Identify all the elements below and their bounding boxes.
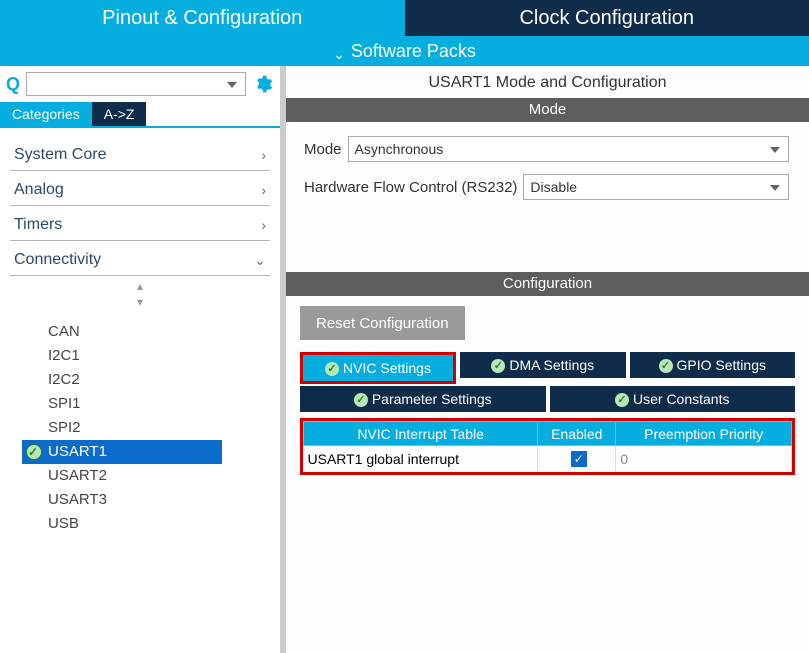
check-icon: ✓ xyxy=(325,362,339,376)
config-tab-gpio[interactable]: ✓ GPIO Settings xyxy=(630,352,796,378)
config-tab-label: User Constants xyxy=(633,391,729,407)
tree-group-analog[interactable]: Analog › xyxy=(10,171,270,206)
config-tab-user-constants[interactable]: ✓ User Constants xyxy=(550,386,796,412)
highlight-box: ✓ NVIC Settings xyxy=(300,352,456,384)
check-icon: ✓ xyxy=(659,359,673,373)
tree-group-label: Connectivity xyxy=(14,251,101,269)
sort-hint-icon[interactable]: ▴▾ xyxy=(10,276,270,310)
config-tab-label: NVIC Settings xyxy=(343,360,431,376)
tree-group-label: System Core xyxy=(14,146,106,164)
table-row[interactable]: USART1 global interrupt ✓ 0 xyxy=(304,446,792,472)
tree-group-connectivity[interactable]: Connectivity ⌄ xyxy=(10,241,270,276)
check-icon: ✓ xyxy=(491,359,505,373)
right-panel: USART1 Mode and Configuration Mode Mode … xyxy=(286,66,809,653)
chevron-right-icon: › xyxy=(261,182,266,198)
col-header-interrupt[interactable]: NVIC Interrupt Table xyxy=(304,422,538,446)
chevron-down-icon: ⌄ xyxy=(254,252,266,269)
chevron-right-icon: › xyxy=(261,217,266,233)
interrupt-enabled-cell[interactable]: ✓ xyxy=(538,446,616,472)
mode-select[interactable]: Asynchronous xyxy=(348,136,789,162)
hwfc-select[interactable]: Disable xyxy=(523,174,789,200)
sort-tab-az[interactable]: A->Z xyxy=(92,102,147,126)
tab-pinout-configuration[interactable]: Pinout & Configuration xyxy=(0,0,405,36)
software-packs-bar[interactable]: ⌄ Software Packs xyxy=(0,36,809,66)
tree-item-usart3[interactable]: USART3 xyxy=(44,488,270,512)
configuration-section-header: Configuration xyxy=(286,272,809,296)
tree-item-i2c1[interactable]: I2C1 xyxy=(44,344,270,368)
config-tab-nvic[interactable]: ✓ NVIC Settings xyxy=(303,355,453,381)
mode-section-header: Mode xyxy=(286,98,809,122)
software-packs-label: Software Packs xyxy=(351,41,476,61)
peripheral-title: USART1 Mode and Configuration xyxy=(286,66,809,98)
tree-item-i2c2[interactable]: I2C2 xyxy=(44,368,270,392)
tree-item-usart1[interactable]: USART1 xyxy=(22,440,222,464)
highlight-box: NVIC Interrupt Table Enabled Preemption … xyxy=(300,418,795,475)
reset-configuration-button[interactable]: Reset Configuration xyxy=(300,306,465,340)
config-tab-dma[interactable]: ✓ DMA Settings xyxy=(460,352,626,378)
config-tab-label: DMA Settings xyxy=(509,357,594,373)
tab-clock-configuration[interactable]: Clock Configuration xyxy=(405,0,809,36)
chevron-right-icon: › xyxy=(261,147,266,163)
checkbox-checked-icon[interactable]: ✓ xyxy=(571,451,587,467)
tree-item-spi1[interactable]: SPI1 xyxy=(44,392,270,416)
tree-item-usb[interactable]: USB xyxy=(44,512,270,536)
interrupt-priority-cell[interactable]: 0 xyxy=(616,446,792,472)
col-header-priority[interactable]: Preemption Priority xyxy=(616,422,792,446)
hwfc-label: Hardware Flow Control (RS232) xyxy=(304,179,517,196)
config-tab-label: Parameter Settings xyxy=(372,391,492,407)
tree-group-system-core[interactable]: System Core › xyxy=(10,136,270,171)
tree-item-usart2[interactable]: USART2 xyxy=(44,464,270,488)
tree-group-timers[interactable]: Timers › xyxy=(10,206,270,241)
search-select[interactable] xyxy=(26,72,246,96)
gear-icon[interactable] xyxy=(252,73,274,95)
col-header-enabled[interactable]: Enabled xyxy=(538,422,616,446)
tree-group-label: Timers xyxy=(14,216,62,234)
interrupt-name-cell: USART1 global interrupt xyxy=(304,446,538,472)
config-tab-label: GPIO Settings xyxy=(677,357,766,373)
mode-label: Mode xyxy=(304,141,342,158)
tree-item-spi2[interactable]: SPI2 xyxy=(44,416,270,440)
tree-item-can[interactable]: CAN xyxy=(44,320,270,344)
search-icon[interactable]: Q xyxy=(6,74,20,95)
config-tab-parameter[interactable]: ✓ Parameter Settings xyxy=(300,386,546,412)
chevron-down-icon: ⌄ xyxy=(333,39,345,69)
tree-group-label: Analog xyxy=(14,181,64,199)
nvic-interrupt-table: NVIC Interrupt Table Enabled Preemption … xyxy=(303,421,792,472)
check-icon: ✓ xyxy=(354,393,368,407)
check-icon: ✓ xyxy=(615,393,629,407)
sort-tab-categories[interactable]: Categories xyxy=(0,102,92,126)
left-panel: Q Categories A->Z System Core › Analog ›… xyxy=(0,66,286,653)
